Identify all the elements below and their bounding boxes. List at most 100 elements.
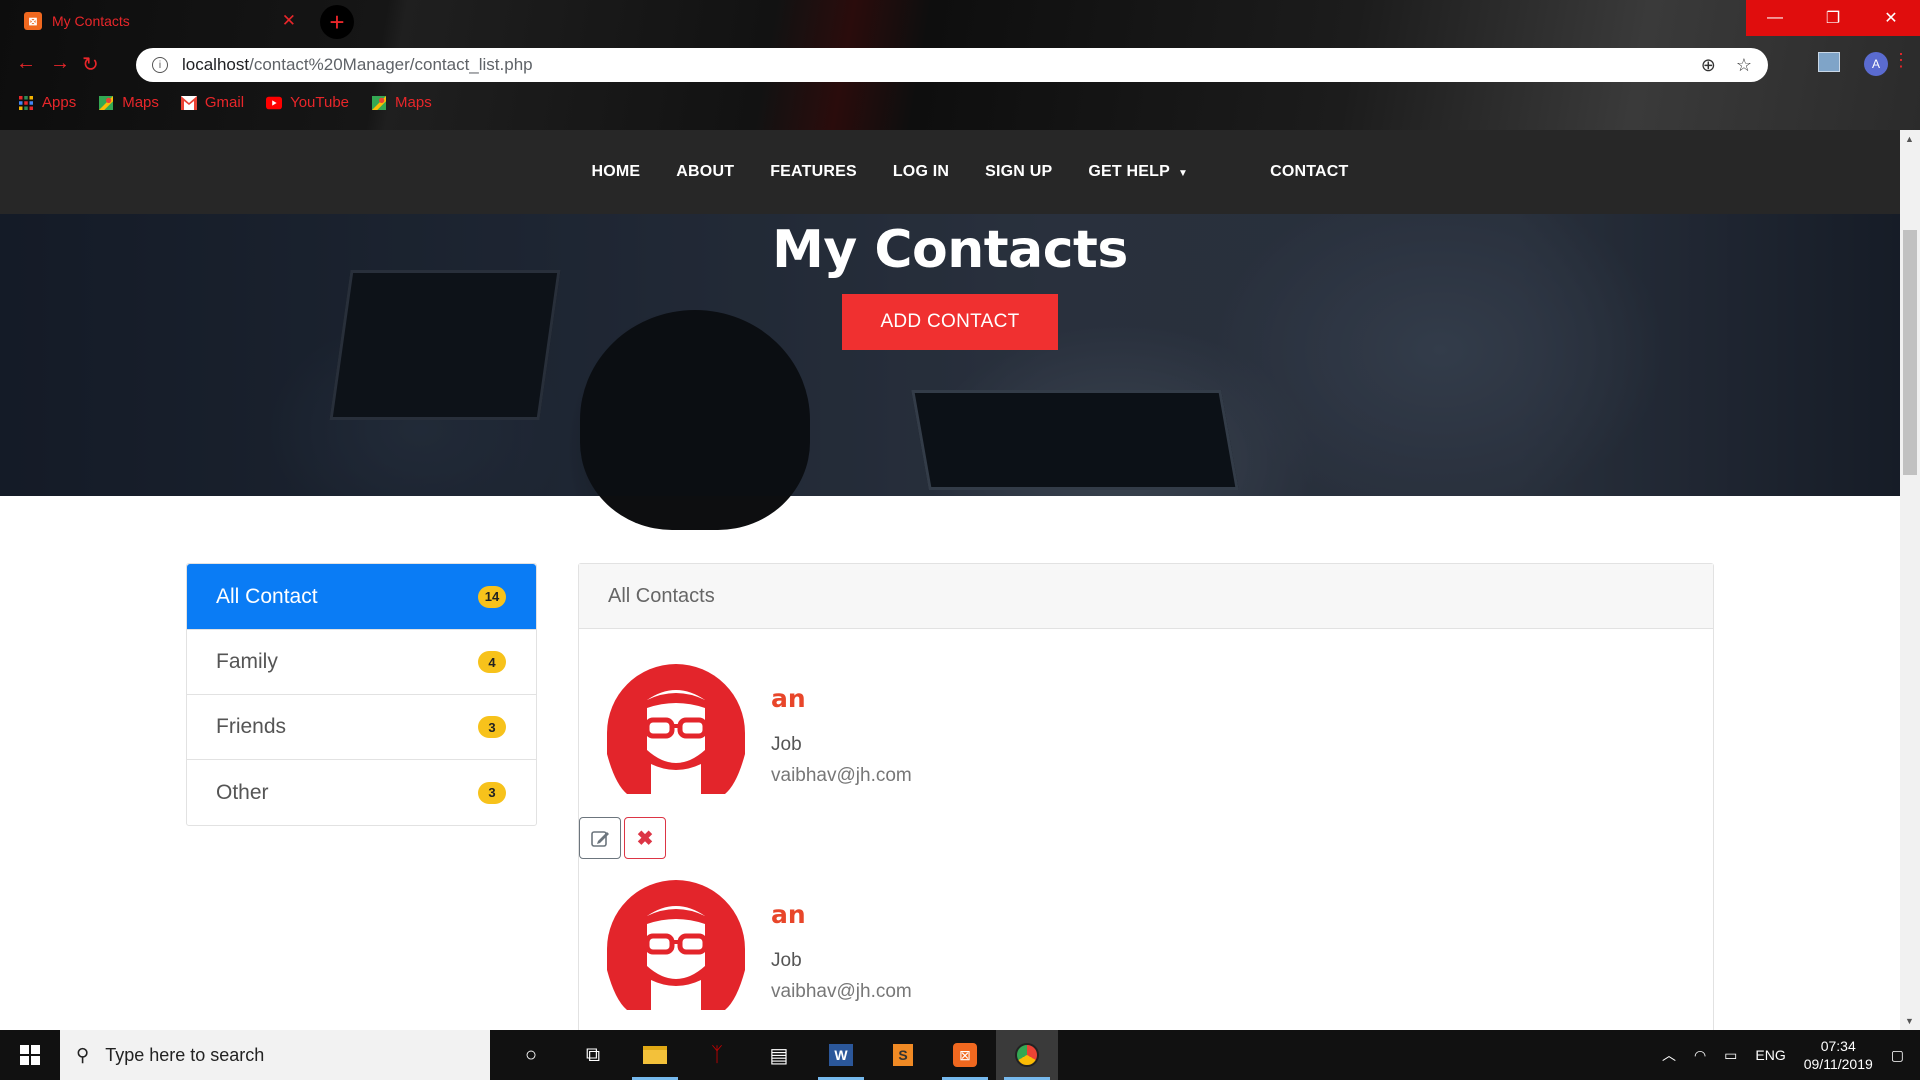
search-icon: ⚲ [76,1044,90,1065]
maps-icon [372,95,387,110]
task-view-icon[interactable]: ⧉ [562,1030,624,1080]
browser-menu-icon[interactable]: ⋮ [1892,50,1910,71]
nav-get-help-label: GET HELP [1088,163,1170,180]
profile-avatar[interactable]: A [1864,52,1888,76]
chevron-down-icon: ▼ [1177,168,1189,179]
contact-card: an Job vaibhav@jh.com [607,664,1307,794]
group-item-friends[interactable]: Friends 3 [187,695,536,760]
search-placeholder: Type here to search [105,1044,265,1065]
notifications-icon[interactable]: ▢ [1891,1047,1904,1064]
main-navbar: HOME ABOUT FEATURES LOG IN SIGN UP GET H… [0,130,1900,214]
contact-avatar-icon [607,880,745,1010]
bookmark-label: Maps [122,94,159,111]
page-title: My Contacts [772,220,1128,280]
contact-email: vaibhav@jh.com [771,765,912,786]
restore-icon[interactable]: ❐ [1804,0,1862,36]
nav-signup[interactable]: SIGN UP [985,163,1052,181]
bookmark-gmail[interactable]: Gmail [180,94,244,111]
cortana-icon[interactable]: ○ [500,1030,562,1080]
count-badge: 3 [478,716,506,738]
contact-name[interactable]: an [771,900,806,929]
contact-avatar-icon [607,664,745,794]
zoom-icon[interactable]: ⊕ [1701,55,1716,76]
browser-chrome: ⊠ My Contacts ✕ + — ❐ ✕ ← → ↻ i localhos… [0,0,1920,130]
clock-date: 09/11/2019 [1803,1056,1873,1072]
edit-icon [591,831,609,847]
taskbar-apps: ○ ⧉ ᛉ ▤ W S ⊠ [500,1030,1058,1080]
scrollbar-thumb[interactable] [1903,230,1917,475]
count-badge: 3 [478,781,506,804]
contact-name[interactable]: an [771,684,806,713]
predator-app-icon[interactable]: ᛉ [686,1030,748,1080]
chrome-icon[interactable] [996,1030,1058,1080]
windows-logo-icon [20,1045,40,1065]
wifi-icon[interactable]: ◠ [1694,1047,1706,1064]
group-label: Other [216,780,269,804]
scroll-down-icon[interactable]: ▼ [1905,1016,1914,1026]
bookmark-label: Apps [42,94,77,111]
group-item-family[interactable]: Family 4 [187,630,536,695]
group-label: All Contact [216,584,318,608]
bookmark-label: Maps [395,94,432,111]
contact-groups-list: All Contact 14 Family 4 Friends 3 Other … [186,563,537,826]
tab-title: My Contacts [52,13,130,29]
gmail-icon [180,95,197,110]
back-icon[interactable]: ← [16,52,36,75]
nav-get-help[interactable]: GET HELP ▼ [1088,163,1188,181]
new-tab-button[interactable]: + [320,5,354,39]
delete-button[interactable]: ✖ [624,817,666,859]
contact-actions: ✖ [579,817,666,859]
scroll-up-icon[interactable]: ▲ [1905,134,1914,144]
minimize-icon[interactable]: — [1746,0,1804,36]
taskbar-clock[interactable]: 07:34 09/11/2019 [1804,1037,1873,1073]
start-button[interactable] [0,1030,60,1080]
language-indicator[interactable]: ENG [1755,1047,1785,1063]
tab-close-icon[interactable]: ✕ [282,11,296,31]
group-item-other[interactable]: Other 3 [187,760,536,825]
forward-icon[interactable]: → [50,52,70,75]
nav-home[interactable]: HOME [591,163,640,181]
bookmarks-bar: Apps Maps Gmail YouTube Maps [18,94,432,111]
group-label: Family [216,650,278,673]
notepad-icon[interactable]: ▤ [748,1030,810,1080]
address-bar[interactable]: i localhost/contact%20Manager/contact_li… [136,48,1768,82]
tray-expand-icon[interactable]: ︿ [1662,1045,1676,1065]
file-explorer-icon[interactable] [624,1030,686,1080]
nav-contact[interactable]: CONTACT [1270,163,1348,181]
extension-icon[interactable] [1818,52,1840,72]
reload-icon[interactable]: ↻ [82,52,99,77]
close-window-icon[interactable]: ✕ [1862,0,1920,36]
bookmark-maps-2[interactable]: Maps [371,94,432,111]
bookmark-apps[interactable]: Apps [18,94,76,111]
nav-about[interactable]: ABOUT [676,163,734,181]
xampp-icon[interactable]: ⊠ [934,1030,996,1080]
site-info-icon[interactable]: i [152,57,168,73]
edit-button[interactable] [579,817,621,859]
nav-features[interactable]: FEATURES [770,163,857,181]
count-badge: 4 [478,651,506,673]
word-icon[interactable]: W [810,1030,872,1080]
add-contact-button[interactable]: ADD CONTACT [842,294,1058,350]
nav-login[interactable]: LOG IN [893,163,949,181]
bookmark-maps[interactable]: Maps [98,94,159,111]
group-item-all[interactable]: All Contact 14 [187,564,536,630]
battery-icon[interactable]: ▭ [1724,1047,1737,1064]
bookmark-star-icon[interactable]: ☆ [1736,55,1752,76]
clock-time: 07:34 [1820,1038,1856,1054]
contact-job: Job [771,950,802,971]
contact-email: vaibhav@jh.com [771,981,912,1002]
bookmark-youtube[interactable]: YouTube [266,94,349,111]
group-label: Friends [216,715,287,738]
page-scrollbar[interactable]: ▲ ▼ [1900,130,1920,1030]
xampp-favicon-icon: ⊠ [24,12,42,30]
contact-card: an Job vaibhav@jh.com [607,880,1307,1010]
contacts-panel: All Contacts an Job vaibhav@jh.com ✖ an … [578,563,1714,1030]
taskbar-search[interactable]: ⚲ Type here to search [60,1030,490,1080]
system-tray: ︿ ◠ ▭ ENG 07:34 09/11/2019 ▢ [1662,1037,1920,1073]
sublime-text-icon[interactable]: S [872,1030,934,1080]
bookmark-label: YouTube [290,94,350,111]
web-page: HOME ABOUT FEATURES LOG IN SIGN UP GET H… [0,130,1900,1030]
youtube-icon [266,96,283,109]
hero-banner: HOME ABOUT FEATURES LOG IN SIGN UP GET H… [0,130,1900,530]
browser-tab[interactable]: ⊠ My Contacts ✕ [10,4,310,38]
